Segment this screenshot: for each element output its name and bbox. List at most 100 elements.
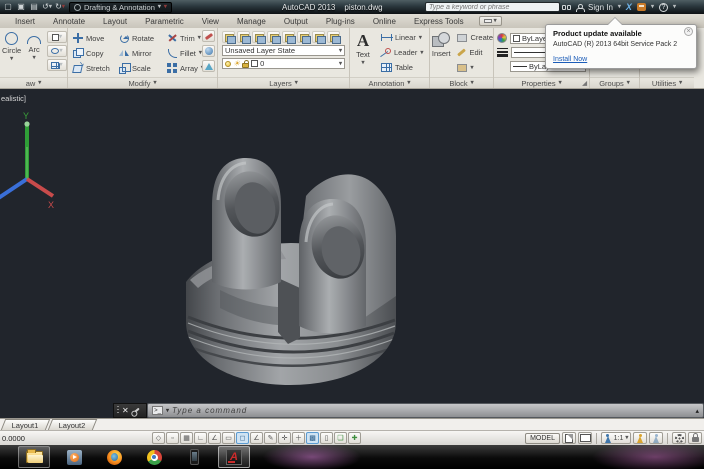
chevron-down-icon[interactable]: ▾: [627, 80, 630, 86]
properties-panel-label[interactable]: Properties ▾ ◢: [494, 77, 589, 88]
lineweight-toggle[interactable]: ＋: [292, 432, 305, 444]
osnap-3d-toggle[interactable]: ◻: [236, 432, 249, 444]
fillet-button[interactable]: Fillet ▾: [162, 46, 206, 60]
plot-button[interactable]: ▤: [29, 2, 39, 12]
annotation-panel-label[interactable]: Annotation ▾: [350, 77, 429, 88]
search-icon[interactable]: [562, 4, 571, 10]
block-attributes-button[interactable]: ▾: [452, 60, 493, 75]
layer-properties-icon[interactable]: [222, 31, 236, 44]
table-button[interactable]: Table: [376, 60, 423, 75]
taskbar-chrome-button[interactable]: [138, 446, 170, 468]
taskbar-phone-app-button[interactable]: [178, 446, 210, 468]
transparency-toggle[interactable]: ▩: [306, 432, 319, 444]
undo-caret-icon[interactable]: ▾: [49, 4, 52, 10]
close-icon[interactable]: ×: [684, 27, 693, 36]
layer-dropdown[interactable]: ☀ 0 ▾: [222, 58, 345, 69]
chevron-down-icon[interactable]: ▾: [164, 4, 167, 10]
layer-match-icon[interactable]: [237, 31, 251, 44]
hatch-tool-button[interactable]: ▾: [47, 59, 67, 71]
chevron-down-icon[interactable]: ▾: [59, 48, 62, 54]
snap-mode-toggle[interactable]: ▫: [166, 432, 179, 444]
layer-unlock-icon[interactable]: [327, 31, 341, 44]
quick-view-layouts-button[interactable]: [562, 432, 576, 444]
edit-block-button[interactable]: Edit: [452, 45, 493, 60]
rectangle-tool-button[interactable]: ▾: [47, 31, 67, 43]
help-search[interactable]: [425, 2, 560, 12]
arc-tool-button[interactable]: Arc ▾: [25, 30, 43, 76]
trim-button[interactable]: Trim ▾: [162, 31, 206, 45]
toolbar-lock-button[interactable]: [688, 432, 702, 444]
chevron-down-icon[interactable]: ▾: [625, 435, 628, 441]
chevron-down-icon[interactable]: ▾: [618, 4, 621, 10]
workspace-switcher[interactable]: Drafting & Annotation ▾ ▾: [69, 1, 172, 13]
color-wheel-icon[interactable]: [497, 33, 507, 43]
dynamic-input-toggle[interactable]: ✛: [278, 432, 291, 444]
scale-button[interactable]: Scale: [114, 61, 162, 75]
drag-grip-icon[interactable]: [117, 406, 119, 415]
tab-layout1[interactable]: Layout1: [0, 419, 50, 430]
taskbar-media-player-button[interactable]: [58, 446, 90, 468]
chevron-down-icon[interactable]: ▾: [339, 48, 342, 54]
layer-unlock-icon[interactable]: [242, 59, 250, 68]
dialog-launcher-icon[interactable]: ◢: [582, 80, 587, 87]
linear-dimension-button[interactable]: Linear ▾: [376, 30, 423, 45]
array-button[interactable]: Array▾: [162, 61, 206, 75]
chevron-down-icon[interactable]: ▾: [679, 80, 682, 86]
ortho-mode-toggle[interactable]: ∟: [194, 432, 207, 444]
layers-panel-label[interactable]: Layers ▾: [218, 77, 349, 88]
chevron-down-icon[interactable]: ▾: [10, 56, 13, 62]
modify-panel-label[interactable]: Modify ▾: [68, 77, 217, 88]
wrench-icon[interactable]: [131, 407, 140, 414]
workspace-settings-button[interactable]: [672, 432, 686, 444]
quick-view-drawings-button[interactable]: [578, 432, 592, 444]
chevron-down-icon[interactable]: ▾: [198, 35, 201, 41]
chevron-down-icon[interactable]: ▾: [559, 80, 562, 86]
layer-off-icon[interactable]: [297, 31, 311, 44]
command-input[interactable]: >_ ▾ Type a command ▴: [147, 403, 704, 418]
tab-plugins[interactable]: Plug-ins: [317, 14, 364, 28]
autoscale-button[interactable]: [649, 432, 663, 444]
viewport-style-label[interactable]: ealistic]: [1, 94, 26, 103]
chevron-down-icon[interactable]: ▾: [33, 55, 36, 61]
layer-lock-icon[interactable]: [312, 31, 326, 44]
layer-freeze-icon[interactable]: [282, 31, 296, 44]
chevron-down-icon[interactable]: ▾: [673, 4, 676, 10]
tab-layout[interactable]: Layout: [94, 14, 136, 28]
tab-view[interactable]: View: [193, 14, 228, 28]
stretch-button[interactable]: Stretch: [68, 60, 114, 75]
layer-on-icon[interactable]: [225, 60, 231, 67]
sign-in-button[interactable]: Sign In: [588, 3, 613, 12]
history-up-icon[interactable]: ▴: [695, 407, 699, 415]
chevron-down-icon[interactable]: ▾: [419, 35, 422, 41]
circle-tool-button[interactable]: Circle ▾: [2, 30, 21, 76]
copy-button[interactable]: Copy: [68, 46, 114, 60]
annotation-monitor-toggle[interactable]: ✚: [348, 432, 361, 444]
chevron-down-icon[interactable]: ▾: [470, 65, 473, 71]
save-button[interactable]: ▣: [16, 2, 26, 12]
ribbon-minimize-button[interactable]: ▾: [478, 16, 502, 26]
tab-annotate[interactable]: Annotate: [44, 14, 94, 28]
search-input[interactable]: [426, 3, 559, 11]
chevron-down-icon[interactable]: ▾: [166, 408, 169, 414]
dynamic-ucs-toggle[interactable]: ✎: [264, 432, 277, 444]
annotation-visibility-button[interactable]: [633, 432, 647, 444]
taskbar-firefox-button[interactable]: [98, 446, 130, 468]
tab-online[interactable]: Online: [364, 14, 405, 28]
draw-panel-label[interactable]: aw ▾: [0, 77, 67, 88]
polar-tracking-toggle[interactable]: ∠: [208, 432, 221, 444]
exchange-apps-icon[interactable]: X: [626, 2, 632, 12]
layer-thaw-icon[interactable]: ☀: [233, 59, 240, 68]
taskbar-autocad-button[interactable]: A: [218, 446, 250, 468]
grid-display-toggle[interactable]: ▦: [180, 432, 193, 444]
tab-output[interactable]: Output: [275, 14, 317, 28]
explode-button[interactable]: [202, 45, 215, 57]
tab-insert[interactable]: Insert: [6, 14, 44, 28]
help-icon[interactable]: ?: [658, 2, 668, 12]
gradient-button[interactable]: [202, 60, 215, 72]
layer-state-dropdown[interactable]: Unsaved Layer State ▾: [222, 45, 345, 56]
insert-block-button[interactable]: Insert: [430, 30, 452, 76]
move-button[interactable]: Move: [68, 31, 114, 45]
undo-button[interactable]: ↺ ▾: [42, 2, 52, 12]
communication-center-icon[interactable]: [636, 3, 646, 11]
install-now-link[interactable]: Install Now: [553, 56, 587, 63]
